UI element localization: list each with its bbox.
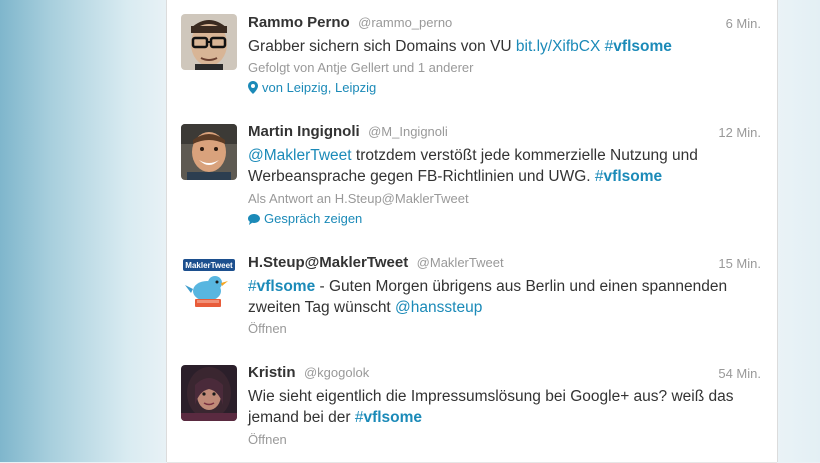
tweet-time[interactable]: 12 Min.	[718, 125, 761, 140]
followed-by-text: Gefolgt von Antje Gellert und 1 anderer	[248, 60, 474, 75]
tweet-item[interactable]: Kristin @kgogolok 54 Min. Wie sieht eige…	[167, 350, 777, 463]
avatar-logo-text: MaklerTweet	[185, 261, 233, 270]
hashtag-link[interactable]: #vflsome	[595, 168, 662, 185]
tweet-text: Wie sieht eigentlich die Impressumslösun…	[248, 388, 734, 426]
page-background-left	[0, 0, 170, 462]
tweet-item[interactable]: MaklerTweet H.Steup@MaklerTweet @MaklerT…	[167, 240, 777, 351]
tweet-text: #vflsome - Guten Morgen übrigens aus Ber…	[248, 278, 728, 316]
avatar[interactable]	[181, 365, 237, 421]
user-name[interactable]: Rammo Perno	[248, 14, 350, 31]
tweet-link[interactable]: bit.ly/XifbCX	[516, 38, 600, 55]
page-background-right	[776, 0, 820, 462]
mention-link[interactable]: @MaklerTweet	[248, 147, 352, 164]
reply-to-text[interactable]: Als Antwort an H.Steup@MaklerTweet	[248, 191, 469, 206]
user-handle[interactable]: @MaklerTweet	[417, 255, 504, 270]
open-tweet-link[interactable]: Öffnen	[248, 321, 287, 336]
tweet-text: Grabber sichern sich Domains von VU bit.…	[248, 38, 672, 55]
tweet-item[interactable]: Martin Ingignoli @M_Ingignoli 12 Min. @M…	[167, 109, 777, 241]
user-handle[interactable]: @rammo_perno	[358, 15, 452, 30]
hashtag-link[interactable]: #vflsome	[248, 278, 315, 295]
speech-bubble-icon	[248, 214, 260, 225]
open-tweet-link[interactable]: Öffnen	[248, 432, 287, 447]
avatar[interactable]	[181, 14, 237, 70]
tweet-time[interactable]: 6 Min.	[726, 16, 761, 31]
hashtag-link[interactable]: #vflsome	[605, 38, 672, 55]
location-link[interactable]: von Leipzig, Leipzig	[248, 80, 376, 95]
tweet-header: Kristin @kgogolok	[248, 364, 369, 382]
tweet-header: Rammo Perno @rammo_perno	[248, 14, 452, 32]
tweet-item[interactable]: Rammo Perno @rammo_perno 6 Min. Grabber …	[167, 0, 777, 110]
avatar[interactable]: MaklerTweet	[181, 255, 237, 311]
user-handle[interactable]: @M_Ingignoli	[368, 124, 448, 139]
hashtag-link[interactable]: #vflsome	[355, 409, 422, 426]
location-pin-icon	[248, 81, 258, 94]
show-conversation-link[interactable]: Gespräch zeigen	[248, 211, 362, 226]
user-name[interactable]: H.Steup@MaklerTweet	[248, 254, 408, 271]
tweet-time[interactable]: 15 Min.	[718, 256, 761, 271]
tweet-text: @MaklerTweet trotzdem verstößt jede komm…	[248, 147, 698, 185]
tweet-time[interactable]: 54 Min.	[718, 366, 761, 381]
mention-link[interactable]: @hanssteup	[395, 299, 482, 316]
user-name[interactable]: Kristin	[248, 364, 296, 381]
avatar[interactable]	[181, 124, 237, 180]
tweet-header: H.Steup@MaklerTweet @MaklerTweet	[248, 254, 504, 272]
user-name[interactable]: Martin Ingignoli	[248, 123, 360, 140]
tweet-stream: Rammo Perno @rammo_perno 6 Min. Grabber …	[166, 0, 778, 463]
tweet-header: Martin Ingignoli @M_Ingignoli	[248, 123, 448, 141]
user-handle[interactable]: @kgogolok	[304, 365, 369, 380]
